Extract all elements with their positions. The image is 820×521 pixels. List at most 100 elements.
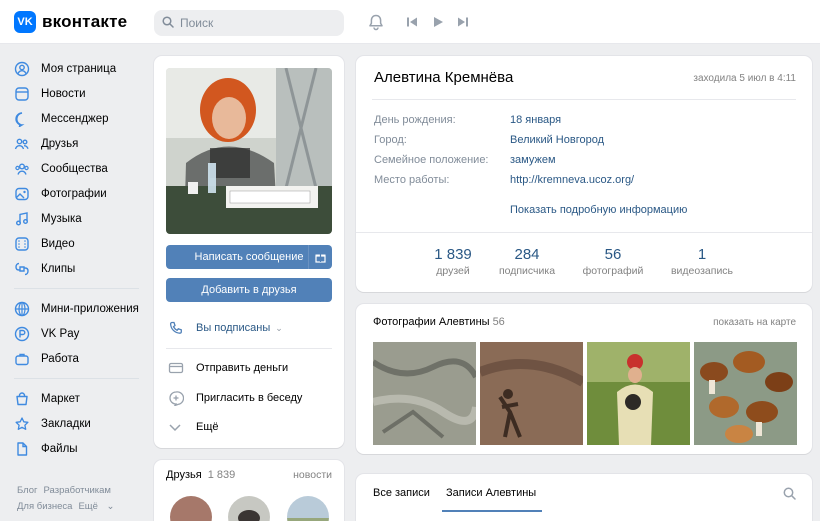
- show-details-link[interactable]: Показать подробную информацию: [510, 204, 687, 216]
- sidebar-item-work[interactable]: Работа: [14, 346, 144, 371]
- send-money-action[interactable]: Отправить деньги: [168, 360, 288, 376]
- counter-label: фотографий: [582, 265, 644, 277]
- sidebar-item-files[interactable]: Файлы: [14, 436, 144, 461]
- play-icon[interactable]: [428, 12, 448, 32]
- footer-links: Блог Разработчикам Для бизнеса Ещё ⌄: [17, 483, 147, 515]
- counter-friends[interactable]: 1 839 друзей: [418, 246, 488, 277]
- more-actions[interactable]: Ещё: [168, 420, 219, 434]
- sidebar-item-label: Сообщества: [41, 162, 108, 175]
- user-circle-icon: [14, 61, 30, 77]
- photos-title-label: Фотографии Алевтины: [373, 316, 490, 328]
- footer-link-business[interactable]: Для бизнеса: [17, 501, 72, 512]
- info-label: Место работы:: [374, 174, 450, 186]
- gift-icon[interactable]: [308, 245, 332, 269]
- info-value-link[interactable]: Великий Новгород: [510, 134, 604, 146]
- counter-number: 284: [514, 246, 540, 263]
- counter-label: друзей: [436, 265, 470, 277]
- friend-avatar[interactable]: [287, 496, 329, 521]
- action-divider: [166, 348, 332, 349]
- sidebar-item-market[interactable]: Маркет: [14, 386, 144, 411]
- counter-followers[interactable]: 284 подписчика: [492, 246, 562, 277]
- next-track-icon[interactable]: [453, 12, 473, 32]
- friend-avatar[interactable]: [170, 496, 212, 521]
- info-value-link[interactable]: http://kremneva.ucoz.org/: [510, 174, 634, 186]
- sidebar-item-community[interactable]: Сообщества: [14, 156, 144, 181]
- counters-divider: [356, 232, 812, 233]
- sidebar-item-label: Закладки: [41, 417, 91, 430]
- sidebar-divider: [14, 288, 139, 289]
- counter-videos[interactable]: 1 видеозапись: [664, 246, 740, 277]
- friend-avatar[interactable]: [228, 496, 270, 521]
- search-input[interactable]: [180, 16, 330, 30]
- active-tab-indicator: [442, 510, 542, 512]
- friends-count: 1 839: [207, 469, 236, 481]
- sidebar-item-message[interactable]: Мессенджер: [14, 106, 144, 131]
- footer-more-label: Ещё: [78, 501, 98, 512]
- info-divider: [372, 99, 796, 100]
- photo-thumbnail[interactable]: [373, 342, 476, 445]
- send-money-label: Отправить деньги: [196, 362, 289, 374]
- tab-own-posts[interactable]: Записи Алевтины: [446, 487, 536, 499]
- vk-logo-mark: VK: [14, 11, 36, 33]
- chevron-down-icon: ⌄: [106, 501, 115, 512]
- sidebar-item-user-circle[interactable]: Моя страница: [14, 56, 144, 81]
- invite-chat-label: Пригласить в беседу: [196, 392, 303, 404]
- last-seen: заходила 5 июл в 4:11: [693, 73, 796, 84]
- photo-thumbnail[interactable]: [694, 342, 797, 445]
- photos-count: 56: [492, 316, 505, 328]
- info-value-link[interactable]: 18 января: [510, 114, 561, 126]
- search-box[interactable]: [154, 10, 344, 36]
- market-icon: [14, 391, 30, 407]
- sidebar-item-video[interactable]: Видео: [14, 231, 144, 256]
- vkpay-icon: [14, 326, 30, 342]
- music-icon: [14, 211, 30, 227]
- friends-news-link[interactable]: новости: [293, 469, 332, 481]
- footer-link-blog[interactable]: Блог: [17, 485, 38, 496]
- photo-thumbnail[interactable]: [480, 342, 583, 445]
- money-card-icon: [168, 360, 186, 376]
- subscribed-dropdown[interactable]: Вы подписаны ⌄: [168, 320, 283, 336]
- sidebar-item-label: Видео: [41, 237, 75, 250]
- invite-chat-action[interactable]: Пригласить в беседу: [168, 390, 302, 406]
- wall-card: Все записи Записи Алевтины: [356, 474, 812, 521]
- sidebar-item-friends[interactable]: Друзья: [14, 131, 144, 156]
- bell-icon[interactable]: [366, 12, 386, 32]
- friends-title-label: Друзья: [166, 469, 202, 481]
- profile-info-card: Алевтина Кремнёва заходила 5 июл в 4:11 …: [356, 56, 812, 292]
- sidebar-item-music[interactable]: Музыка: [14, 206, 144, 231]
- sidebar-item-bookmark[interactable]: Закладки: [14, 411, 144, 436]
- search-icon[interactable]: [783, 487, 796, 503]
- add-friend-label: Добавить в друзья: [201, 284, 297, 296]
- sidebar-item-vkpay[interactable]: VK Pay: [14, 321, 144, 346]
- sidebar-item-label: VK Pay: [41, 327, 80, 340]
- info-label: День рождения:: [374, 114, 456, 126]
- prev-track-icon[interactable]: [402, 12, 422, 32]
- add-friend-button[interactable]: Добавить в друзья: [166, 278, 332, 302]
- footer-link-developers[interactable]: Разработчикам: [44, 485, 111, 496]
- profile-name: Алевтина Кремнёва: [374, 69, 514, 86]
- tab-all-posts[interactable]: Все записи: [373, 487, 430, 499]
- photo-icon: [14, 186, 30, 202]
- photo-thumbnail[interactable]: [587, 342, 690, 445]
- counter-number: 56: [604, 246, 622, 263]
- sidebar-divider: [14, 378, 139, 379]
- friends-title[interactable]: Друзья 1 839: [166, 469, 235, 481]
- counter-label: подписчика: [498, 265, 556, 277]
- profile-avatar[interactable]: [166, 68, 332, 234]
- write-message-button[interactable]: Написать сообщение: [166, 245, 332, 269]
- sidebar-item-label: Клипы: [41, 262, 76, 275]
- sidebar-item-label: Друзья: [41, 137, 79, 150]
- sidebar-item-news[interactable]: Новости: [14, 81, 144, 106]
- info-value-link[interactable]: замужем: [510, 154, 556, 166]
- counter-photos[interactable]: 56 фотографий: [578, 246, 648, 277]
- footer-link-more[interactable]: Ещё ⌄: [78, 501, 120, 512]
- chevron-down-icon: [168, 420, 186, 434]
- vk-logo[interactable]: VK вконтакте: [14, 11, 127, 33]
- counter-number: 1: [697, 246, 707, 263]
- sidebar-item-clips[interactable]: Клипы: [14, 256, 144, 281]
- photos-title[interactable]: Фотографии Алевтины 56: [373, 316, 505, 328]
- sidebar-item-apps[interactable]: Мини-приложения: [14, 296, 144, 321]
- sidebar-item-photo[interactable]: Фотографии: [14, 181, 144, 206]
- show-on-map-link[interactable]: показать на карте: [713, 317, 796, 328]
- community-icon: [14, 161, 30, 177]
